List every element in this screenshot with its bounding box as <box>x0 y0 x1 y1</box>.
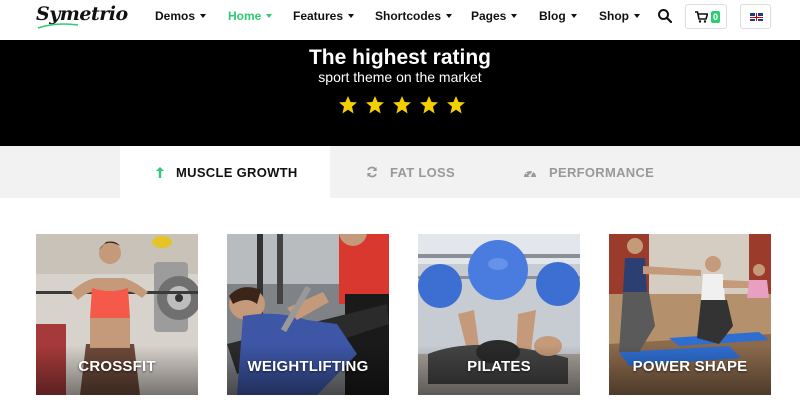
card-title: PILATES <box>467 358 531 375</box>
nav-item-shop[interactable]: Shop <box>599 9 640 23</box>
chevron-down-icon <box>446 13 453 18</box>
banner-subtitle: sport theme on the market <box>318 69 482 85</box>
language-switcher[interactable] <box>740 4 771 29</box>
chevron-down-icon <box>266 13 273 18</box>
star-icon <box>366 96 384 114</box>
arrow-up-icon <box>156 166 164 178</box>
card-crossfit[interactable]: CROSSFIT <box>36 234 198 395</box>
uk-flag-icon <box>750 13 763 21</box>
star-icon <box>420 96 438 114</box>
nav-item-demos[interactable]: Demos <box>155 9 207 23</box>
card-pilates[interactable]: PILATES <box>418 234 580 395</box>
card-weightlifting[interactable]: WEIGHTLIFTING <box>227 234 389 395</box>
dashboard-icon <box>524 168 536 177</box>
chevron-down-icon <box>200 13 207 18</box>
nav-item-features[interactable]: Features <box>293 9 355 23</box>
star-icon <box>393 96 411 114</box>
star-icon <box>447 96 465 114</box>
cart-count-badge: 0 <box>711 11 720 23</box>
card-title: WEIGHTLIFTING <box>247 358 369 375</box>
chevron-down-icon <box>634 13 640 18</box>
card-title: POWER SHAPE <box>632 358 748 375</box>
nav-item-home[interactable]: Home <box>228 9 273 23</box>
rating-banner: The highest rating sport theme on the ma… <box>0 40 800 146</box>
category-tabs: MUSCLE GROWTH FAT LOSS PERFORMANCE <box>0 146 800 198</box>
cart-icon <box>695 11 708 23</box>
chevron-down-icon <box>348 13 355 18</box>
nav-item-blog[interactable]: Blog <box>539 9 577 23</box>
banner-title: The highest rating <box>308 46 491 69</box>
nav-item-pages[interactable]: Pages <box>471 9 518 23</box>
card-power-shape[interactable]: POWER SHAPE <box>609 234 771 395</box>
nav-item-shortcodes[interactable]: Shortcodes <box>375 9 453 23</box>
tab-muscle-growth[interactable]: MUSCLE GROWTH <box>120 146 330 198</box>
star-icon <box>339 96 357 114</box>
rating-stars <box>338 95 466 115</box>
tab-fat-loss[interactable]: FAT LOSS <box>366 146 455 198</box>
tab-performance[interactable]: PERFORMANCE <box>523 146 654 198</box>
logo-swoosh-icon <box>37 23 79 29</box>
chevron-down-icon <box>570 13 577 18</box>
search-icon[interactable] <box>657 8 673 24</box>
refresh-icon <box>367 166 377 178</box>
chevron-down-icon <box>511 13 518 18</box>
cart-button[interactable]: 0 <box>685 4 727 29</box>
card-title: CROSSFIT <box>78 358 156 375</box>
site-header: Symetrio Demos Home Features Shortcodes … <box>0 0 800 40</box>
